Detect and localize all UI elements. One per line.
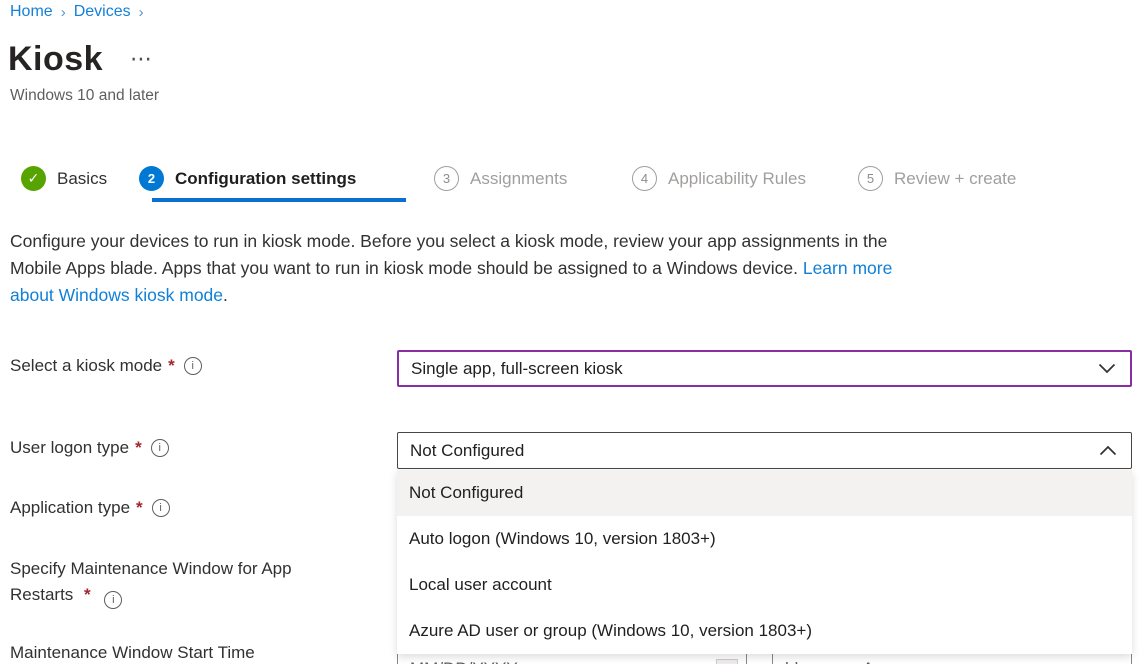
info-icon[interactable]: i (184, 357, 202, 375)
label-text: Maintenance Window Start Time (10, 643, 255, 663)
breadcrumb: Home › Devices › (10, 3, 144, 21)
kiosk-mode-label: Select a kiosk mode * i (10, 356, 202, 376)
option-auto-logon[interactable]: Auto logon (Windows 10, version 1803+) (397, 516, 1132, 562)
required-asterisk: * (168, 356, 175, 376)
label-text: Application type (10, 498, 130, 518)
description-text: . (223, 285, 228, 305)
check-icon: ✓ (21, 166, 46, 191)
user-logon-type-value: Not Configured (410, 441, 1099, 461)
option-not-configured[interactable]: Not Configured (397, 470, 1132, 516)
description-text: Configure your devices to run in kiosk m… (10, 231, 887, 251)
description-text: Mobile Apps blade. Apps that you want to… (10, 258, 803, 278)
step-number-badge: 2 (139, 166, 164, 191)
learn-more-link[interactable]: Learn more (803, 258, 893, 278)
learn-more-link[interactable]: about Windows kiosk mode (10, 285, 223, 305)
user-logon-type-dropdown[interactable]: Not Configured (397, 432, 1132, 469)
label-text: Specify Maintenance Window for App Resta… (10, 559, 292, 604)
required-asterisk: * (135, 438, 142, 458)
tab-applicability-rules[interactable]: 4 Applicability Rules (632, 166, 806, 191)
maintenance-window-label: Specify Maintenance Window for App Resta… (10, 556, 355, 609)
option-azure-ad-user-or-group[interactable]: Azure AD user or group (Windows 10, vers… (397, 608, 1132, 654)
tab-label: Applicability Rules (668, 169, 806, 189)
user-logon-type-listbox: Not Configured Auto logon (Windows 10, v… (397, 470, 1132, 654)
more-menu-ellipsis-icon[interactable]: ⋯ (130, 46, 153, 72)
tab-review-create[interactable]: 5 Review + create (858, 166, 1016, 191)
page-title: Kiosk (8, 40, 103, 79)
info-icon[interactable]: i (104, 591, 122, 609)
label-text: User logon type (10, 438, 129, 458)
tab-label: Configuration settings (175, 169, 356, 189)
info-icon[interactable]: i (152, 499, 170, 517)
required-asterisk: * (136, 498, 143, 518)
label-text: Select a kiosk mode (10, 356, 162, 376)
application-type-label: Application type * i (10, 498, 170, 518)
step-number-badge: 5 (858, 166, 883, 191)
kiosk-profile-wizard-page: Home › Devices › Kiosk ⋯ Windows 10 and … (0, 0, 1141, 664)
calendar-icon[interactable] (716, 659, 738, 664)
kiosk-mode-dropdown[interactable]: Single app, full-screen kiosk (397, 350, 1132, 387)
tab-assignments[interactable]: 3 Assignments (434, 166, 567, 191)
time-placeholder: hh:mm:ss A (785, 659, 874, 664)
chevron-down-icon (1098, 363, 1116, 374)
maintenance-start-time-label: Maintenance Window Start Time (10, 643, 255, 663)
user-logon-type-label: User logon type * i (10, 438, 169, 458)
chevron-up-icon (1099, 445, 1117, 456)
breadcrumb-devices-link[interactable]: Devices (74, 3, 131, 21)
step-number-badge: 4 (632, 166, 657, 191)
page-description: Configure your devices to run in kiosk m… (10, 228, 1100, 309)
date-placeholder: MM/DD/YYYY (410, 659, 518, 664)
tab-basics[interactable]: ✓ Basics (21, 166, 107, 191)
breadcrumb-home-link[interactable]: Home (10, 3, 53, 21)
step-number-badge: 3 (434, 166, 459, 191)
tab-label: Basics (57, 169, 107, 189)
active-tab-underline (152, 198, 406, 202)
tab-label: Assignments (470, 169, 567, 189)
required-asterisk: * (84, 582, 91, 608)
breadcrumb-separator-icon: › (139, 4, 144, 21)
tab-label: Review + create (894, 169, 1016, 189)
kiosk-mode-value: Single app, full-screen kiosk (411, 359, 1098, 379)
option-local-user-account[interactable]: Local user account (397, 562, 1132, 608)
page-subtitle: Windows 10 and later (10, 87, 159, 105)
breadcrumb-separator-icon: › (61, 4, 66, 21)
info-icon[interactable]: i (151, 439, 169, 457)
tab-configuration-settings[interactable]: 2 Configuration settings (139, 166, 356, 191)
